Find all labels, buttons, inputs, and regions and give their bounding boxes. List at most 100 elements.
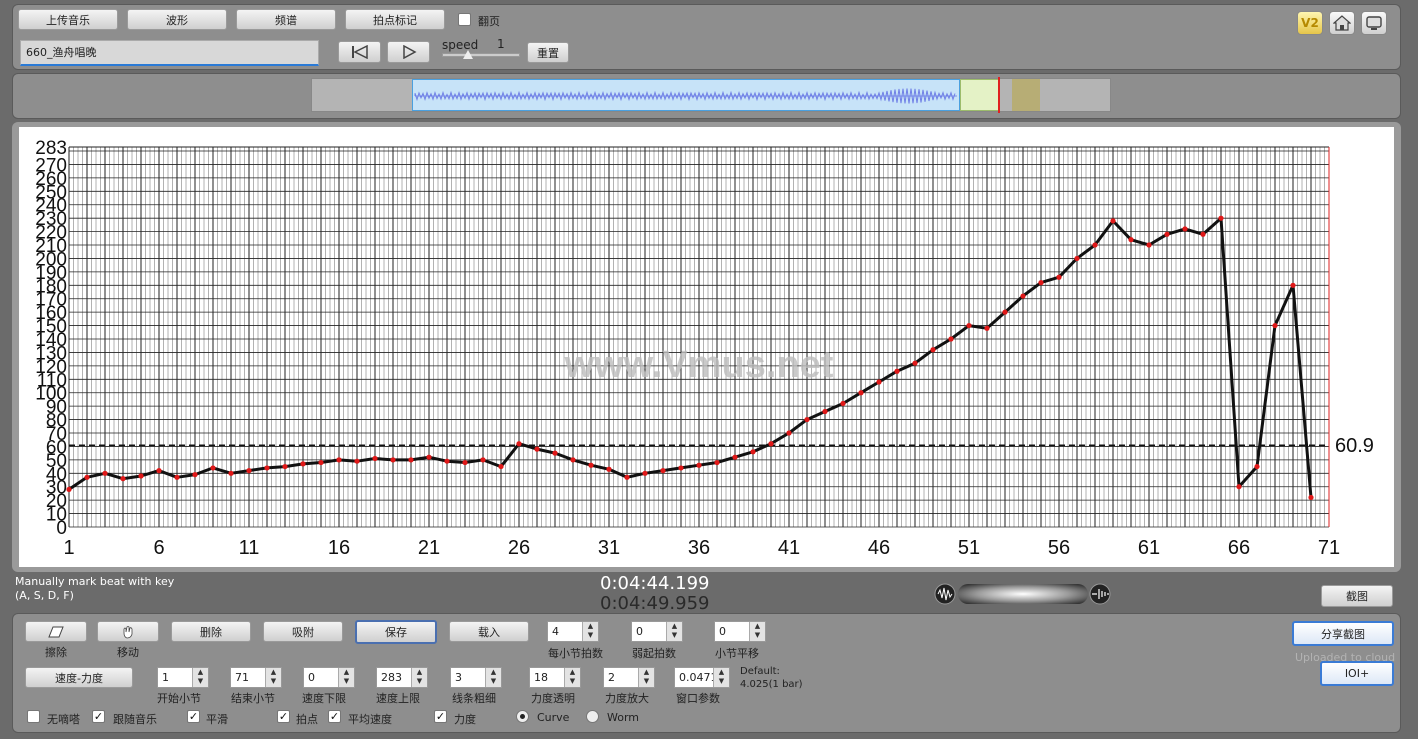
beat-point[interactable] [102,470,108,476]
beat-point[interactable] [732,454,738,460]
beat-point[interactable] [966,322,972,329]
tempo-max-stepper[interactable]: 283 ▲ ▼ [376,667,428,688]
beat-point[interactable] [1290,282,1296,288]
snap-button[interactable]: 吸附 [263,621,343,642]
smooth-checkbox[interactable]: ✓ [187,710,200,723]
beat-point[interactable] [912,360,918,366]
beat-point[interactable] [1092,242,1098,248]
beat-point[interactable] [498,463,504,470]
dynamics-zoom-stepper[interactable]: 2 ▲ ▼ [603,667,655,688]
beat-point[interactable] [66,486,72,493]
weak-beat-stepper[interactable]: 0 ▲ ▼ [631,621,683,642]
volume-control[interactable] [934,582,1111,606]
beat-point[interactable] [1200,231,1206,237]
file-name-field[interactable]: 660_渔舟唱晚 [20,40,319,66]
upload-music-button[interactable]: 上传音乐 [18,9,118,30]
beat-point[interactable] [228,470,234,476]
v2-badge-button[interactable]: V2 [1297,11,1323,35]
reset-button[interactable]: 重置 [527,42,569,63]
beat-point[interactable] [390,457,396,463]
beat-point[interactable] [948,336,954,342]
waveform-button[interactable]: 波形 [127,9,227,30]
stepper-arrows[interactable]: ▲ ▼ [666,622,682,641]
beat-point[interactable] [1020,293,1026,299]
stepper-arrows[interactable]: ▲ ▼ [713,668,729,687]
beat-point[interactable] [822,408,828,415]
erase-button[interactable] [25,621,87,642]
beat-point[interactable] [588,462,594,468]
stepper-arrows[interactable]: ▲ ▼ [485,668,501,687]
beat-point[interactable] [192,472,198,478]
stepper-arrows[interactable]: ▲ ▼ [749,622,765,641]
stepper-arrows[interactable]: ▲ ▼ [582,622,598,641]
beat-point[interactable] [210,465,216,471]
window-param-stepper[interactable]: 0.0471 ▲ ▼ [674,667,730,688]
save-button[interactable]: 保存 [355,620,437,644]
speed-slider[interactable] [442,50,520,59]
beat-point[interactable] [1236,484,1242,490]
stepper-arrows[interactable]: ▲ ▼ [564,668,580,687]
beat-point[interactable] [876,379,882,385]
load-button[interactable]: 载入 [449,621,529,642]
stepper-arrows[interactable]: ▲ ▼ [338,668,354,687]
beat-point[interactable] [1128,237,1134,243]
beat-point[interactable] [1056,274,1062,280]
beat-point-checkbox[interactable]: ✓ [277,710,290,723]
play-button[interactable] [387,41,430,63]
beat-point[interactable] [174,474,180,480]
beat-point[interactable] [300,461,306,467]
stepper-arrows[interactable]: ▲ ▼ [411,668,427,687]
beat-point[interactable] [1308,494,1314,501]
tempo-min-stepper[interactable]: 0 ▲ ▼ [303,667,355,688]
move-button[interactable] [97,621,159,642]
waveform-overview[interactable] [311,77,1111,113]
beat-point[interactable] [480,457,486,463]
playhead-marker[interactable] [998,77,1000,113]
beat-point[interactable] [624,474,630,480]
beat-point[interactable] [804,416,810,423]
beat-point[interactable] [264,465,270,471]
beat-point[interactable] [1146,242,1152,248]
beat-point[interactable] [516,441,522,447]
beat-point[interactable] [1074,255,1080,262]
home-icon-button[interactable] [1329,11,1355,35]
beat-point[interactable] [156,468,162,474]
fullscreen-icon-button[interactable] [1361,11,1387,35]
waveform-visible-region[interactable] [412,79,960,111]
beat-point[interactable] [1110,218,1116,224]
beat-point[interactable] [696,462,702,468]
beat-point[interactable] [984,325,990,331]
follow-music-checkbox[interactable]: ✓ [92,710,105,723]
waveform-selection-region[interactable] [960,79,1000,111]
beat-point[interactable] [372,455,378,462]
beat-point[interactable] [840,400,846,407]
screenshot-button[interactable]: 截图 [1321,585,1393,607]
curve-radio[interactable] [516,710,529,723]
beat-point[interactable] [894,368,900,374]
worm-radio[interactable] [586,710,599,723]
beat-point[interactable] [1182,226,1188,232]
beat-point[interactable] [120,476,126,482]
rewind-button[interactable] [338,41,381,63]
beat-point[interactable] [570,457,576,463]
beat-point[interactable] [444,458,450,464]
beats-per-bar-stepper[interactable]: 4 ▲ ▼ [547,621,599,642]
beat-point[interactable] [426,454,432,460]
beat-point[interactable] [1272,322,1278,329]
stepper-arrows[interactable]: ▲ ▼ [192,668,208,687]
beat-point[interactable] [642,470,648,476]
beat-point[interactable] [84,474,90,480]
beat-point[interactable] [606,466,612,472]
dynamics-transparency-stepper[interactable]: 18 ▲ ▼ [529,667,581,688]
beat-point[interactable] [660,468,666,474]
end-bar-stepper[interactable]: 71 ▲ ▼ [230,667,282,688]
beat-point[interactable] [282,463,288,470]
beat-point[interactable] [354,458,360,464]
beat-point[interactable] [750,449,756,455]
tempo-dynamics-button[interactable]: 速度-力度 [25,667,133,688]
beat-point[interactable] [318,459,324,466]
stepper-arrows[interactable]: ▲ ▼ [265,668,281,687]
beat-point[interactable] [246,468,252,474]
beat-point[interactable] [552,450,558,456]
delete-button[interactable]: 删除 [171,621,251,642]
